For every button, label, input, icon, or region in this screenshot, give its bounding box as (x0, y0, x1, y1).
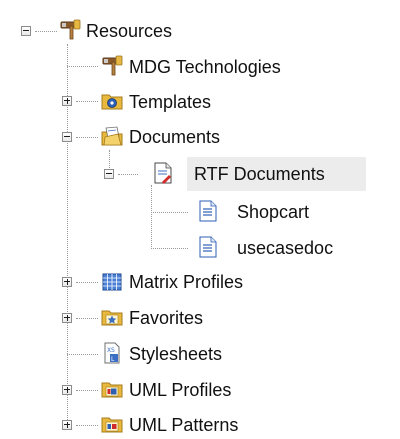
tree-connector (76, 282, 98, 283)
template-folder-icon (101, 90, 123, 112)
expand-templates-toggle[interactable] (62, 96, 72, 106)
tree-connector (76, 390, 98, 391)
stylesheet-icon: X S L (101, 342, 123, 364)
expand-matrix-profiles-toggle[interactable] (62, 277, 72, 287)
tree-connector (76, 137, 98, 138)
documents-folder-icon (101, 125, 123, 147)
tree-connector (118, 174, 138, 175)
tree-node-rtf-documents[interactable]: RTF Documents (194, 160, 325, 188)
tree-node-usecasedoc[interactable]: usecasedoc (237, 234, 333, 262)
tree-node-mdg-technologies[interactable]: MDG Technologies (129, 53, 281, 81)
svg-text:S: S (111, 347, 115, 354)
tree-node-stylesheets[interactable]: Stylesheets (129, 340, 222, 368)
resources-tree: Resources MDG Technologies Templates Doc… (0, 0, 400, 439)
tree-node-documents[interactable]: Documents (129, 123, 220, 151)
document-icon (197, 236, 219, 258)
document-icon (197, 200, 219, 222)
tree-connector (67, 354, 98, 355)
uml-patterns-folder-icon (101, 413, 123, 435)
tree-connector (151, 212, 188, 213)
collapse-rtf-documents-toggle[interactable] (104, 169, 114, 179)
collapse-documents-toggle[interactable] (62, 132, 72, 142)
hammer-icon (101, 55, 123, 77)
tree-connector (76, 425, 98, 426)
tree-connector (35, 31, 57, 32)
tree-connector (76, 101, 98, 102)
tree-node-uml-patterns[interactable]: UML Patterns (129, 411, 238, 439)
expand-uml-patterns-toggle[interactable] (62, 420, 72, 430)
tree-node-favorites[interactable]: Favorites (129, 304, 203, 332)
tree-node-uml-profiles[interactable]: UML Profiles (129, 376, 231, 404)
expand-uml-profiles-toggle[interactable] (62, 385, 72, 395)
uml-profiles-folder-icon (101, 378, 123, 400)
rtf-document-icon (152, 162, 174, 184)
collapse-resources-toggle[interactable] (21, 26, 31, 36)
tree-connector (151, 185, 152, 249)
tree-connector (67, 66, 98, 67)
favorites-folder-icon (101, 306, 123, 328)
tree-connector (76, 318, 98, 319)
tree-connector (151, 248, 188, 249)
expand-favorites-toggle[interactable] (62, 313, 72, 323)
tree-node-resources[interactable]: Resources (86, 17, 172, 45)
hammer-icon (59, 19, 81, 41)
tree-node-shopcart[interactable]: Shopcart (237, 198, 309, 226)
matrix-icon (101, 271, 123, 293)
tree-node-matrix-profiles[interactable]: Matrix Profiles (129, 268, 243, 296)
tree-node-templates[interactable]: Templates (129, 88, 211, 116)
